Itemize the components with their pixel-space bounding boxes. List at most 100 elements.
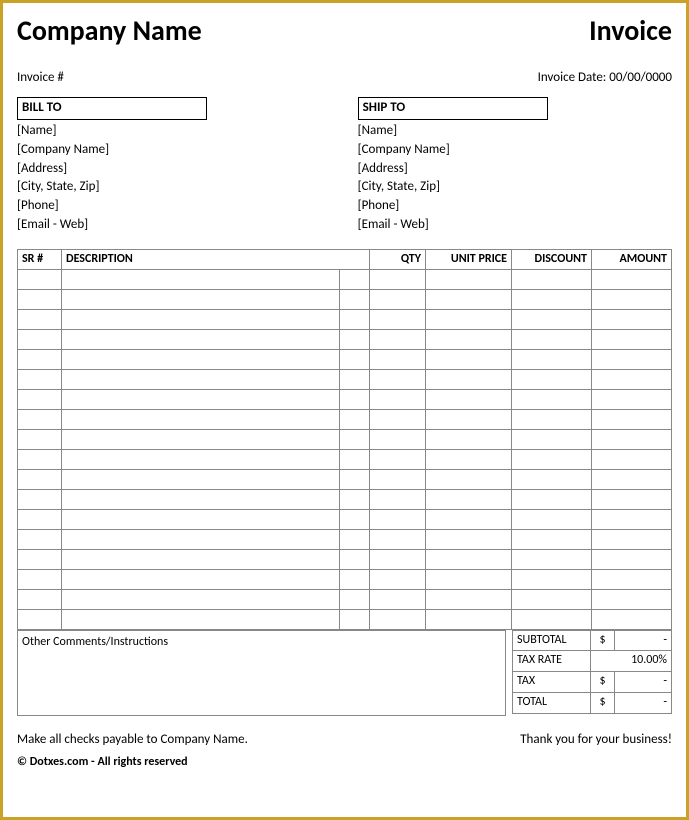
table-cell[interactable] [512, 329, 592, 349]
table-cell[interactable] [62, 589, 340, 609]
table-cell[interactable] [370, 309, 426, 329]
table-cell[interactable] [426, 389, 512, 409]
table-cell[interactable] [512, 349, 592, 369]
table-cell[interactable] [18, 349, 62, 369]
table-cell[interactable] [62, 489, 340, 509]
table-row[interactable] [18, 409, 672, 429]
table-cell[interactable] [62, 529, 340, 549]
comments-box[interactable]: Other Comments/Instructions [17, 630, 506, 716]
table-cell[interactable] [426, 609, 512, 629]
table-cell[interactable] [370, 589, 426, 609]
table-cell[interactable] [339, 349, 369, 369]
table-cell[interactable] [370, 509, 426, 529]
table-cell[interactable] [512, 309, 592, 329]
table-cell[interactable] [426, 509, 512, 529]
table-cell[interactable] [370, 449, 426, 469]
table-cell[interactable] [592, 289, 672, 309]
table-cell[interactable] [512, 389, 592, 409]
table-cell[interactable] [339, 429, 369, 449]
table-cell[interactable] [339, 509, 369, 529]
table-cell[interactable] [339, 389, 369, 409]
table-cell[interactable] [18, 569, 62, 589]
table-cell[interactable] [62, 269, 340, 289]
table-cell[interactable] [62, 509, 340, 529]
table-row[interactable] [18, 469, 672, 489]
table-row[interactable] [18, 329, 672, 349]
table-cell[interactable] [512, 269, 592, 289]
table-cell[interactable] [512, 489, 592, 509]
table-cell[interactable] [339, 569, 369, 589]
table-cell[interactable] [592, 309, 672, 329]
table-cell[interactable] [592, 469, 672, 489]
table-cell[interactable] [339, 549, 369, 569]
table-cell[interactable] [592, 609, 672, 629]
table-row[interactable] [18, 609, 672, 629]
table-row[interactable] [18, 289, 672, 309]
table-cell[interactable] [62, 449, 340, 469]
table-cell[interactable] [62, 429, 340, 449]
table-cell[interactable] [592, 389, 672, 409]
table-cell[interactable] [370, 329, 426, 349]
table-row[interactable] [18, 269, 672, 289]
table-cell[interactable] [62, 409, 340, 429]
table-cell[interactable] [339, 269, 369, 289]
table-row[interactable] [18, 549, 672, 569]
table-cell[interactable] [370, 369, 426, 389]
table-row[interactable] [18, 349, 672, 369]
table-cell[interactable] [426, 549, 512, 569]
table-cell[interactable] [339, 489, 369, 509]
table-cell[interactable] [339, 309, 369, 329]
table-cell[interactable] [370, 609, 426, 629]
table-cell[interactable] [62, 349, 340, 369]
table-cell[interactable] [592, 489, 672, 509]
table-cell[interactable] [370, 409, 426, 429]
table-cell[interactable] [426, 449, 512, 469]
table-cell[interactable] [18, 409, 62, 429]
table-cell[interactable] [339, 329, 369, 349]
table-cell[interactable] [426, 569, 512, 589]
table-cell[interactable] [370, 569, 426, 589]
table-cell[interactable] [512, 549, 592, 569]
table-cell[interactable] [512, 589, 592, 609]
table-cell[interactable] [426, 469, 512, 489]
table-cell[interactable] [339, 369, 369, 389]
table-cell[interactable] [370, 529, 426, 549]
table-cell[interactable] [592, 449, 672, 469]
table-cell[interactable] [339, 589, 369, 609]
table-cell[interactable] [18, 549, 62, 569]
table-cell[interactable] [18, 509, 62, 529]
table-cell[interactable] [18, 529, 62, 549]
table-cell[interactable] [592, 429, 672, 449]
table-cell[interactable] [62, 569, 340, 589]
table-row[interactable] [18, 509, 672, 529]
table-cell[interactable] [512, 429, 592, 449]
table-cell[interactable] [592, 409, 672, 429]
table-cell[interactable] [18, 489, 62, 509]
table-cell[interactable] [339, 609, 369, 629]
table-row[interactable] [18, 429, 672, 449]
table-row[interactable] [18, 389, 672, 409]
table-cell[interactable] [426, 329, 512, 349]
table-cell[interactable] [18, 449, 62, 469]
table-cell[interactable] [339, 469, 369, 489]
table-cell[interactable] [426, 349, 512, 369]
table-cell[interactable] [62, 309, 340, 329]
table-cell[interactable] [592, 349, 672, 369]
table-cell[interactable] [370, 489, 426, 509]
table-row[interactable] [18, 489, 672, 509]
table-cell[interactable] [512, 569, 592, 589]
table-cell[interactable] [512, 369, 592, 389]
table-cell[interactable] [426, 429, 512, 449]
table-cell[interactable] [18, 429, 62, 449]
table-cell[interactable] [62, 329, 340, 349]
table-cell[interactable] [62, 549, 340, 569]
table-cell[interactable] [18, 369, 62, 389]
table-cell[interactable] [339, 449, 369, 469]
table-cell[interactable] [512, 289, 592, 309]
table-cell[interactable] [18, 589, 62, 609]
table-cell[interactable] [592, 589, 672, 609]
table-cell[interactable] [18, 329, 62, 349]
table-cell[interactable] [592, 569, 672, 589]
table-cell[interactable] [18, 269, 62, 289]
table-cell[interactable] [370, 389, 426, 409]
